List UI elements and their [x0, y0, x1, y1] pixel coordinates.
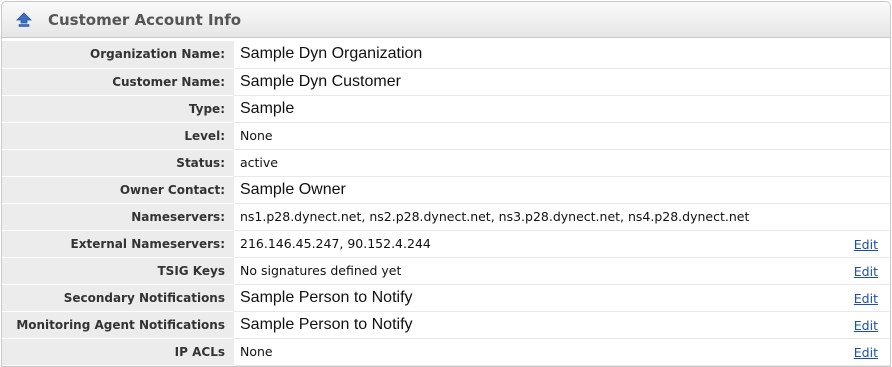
row-action [834, 149, 890, 177]
account-info-table: Organization Name: Sample Dyn Organizati… [2, 41, 890, 366]
row-label: Level: [2, 122, 234, 150]
row-secondary-notifications: Secondary Notifications Sample Person to… [2, 284, 890, 312]
panel-header[interactable]: Customer Account Info [2, 2, 890, 38]
row-value: Sample [234, 95, 834, 123]
row-value: Sample Person to Notify [234, 284, 834, 312]
row-organization-name: Organization Name: Sample Dyn Organizati… [2, 41, 890, 69]
row-label: External Nameservers: [2, 230, 234, 258]
row-ip-acls: IP ACLs None Edit [2, 338, 890, 366]
collapse-up-arrow-icon[interactable] [15, 11, 33, 29]
row-action: Edit [834, 338, 890, 366]
edit-secondary-notifications-link[interactable]: Edit [854, 291, 878, 306]
edit-external-nameservers-link[interactable]: Edit [854, 237, 878, 252]
row-value: None [234, 338, 834, 366]
row-action: Edit [834, 230, 890, 258]
row-value: Sample Owner [234, 176, 834, 204]
row-action [834, 68, 890, 96]
edit-monitoring-agent-notifications-link[interactable]: Edit [854, 318, 878, 333]
row-tsig-keys: TSIG Keys No signatures defined yet Edit [2, 257, 890, 285]
row-label: Organization Name: [2, 41, 234, 69]
row-nameservers: Nameservers: ns1.p28.dynect.net, ns2.p28… [2, 203, 890, 231]
row-label: Secondary Notifications [2, 284, 234, 312]
row-status: Status: active [2, 149, 890, 177]
row-label: IP ACLs [2, 338, 234, 366]
panel-title: Customer Account Info [48, 10, 242, 29]
row-label: Owner Contact: [2, 176, 234, 204]
row-label: Status: [2, 149, 234, 177]
row-action [834, 95, 890, 123]
row-value: Sample Person to Notify [234, 311, 834, 339]
edit-tsig-keys-link[interactable]: Edit [854, 264, 878, 279]
row-label: Nameservers: [2, 203, 234, 231]
row-owner-contact: Owner Contact: Sample Owner [2, 176, 890, 204]
row-label: Customer Name: [2, 68, 234, 96]
row-value: ns1.p28.dynect.net, ns2.p28.dynect.net, … [234, 203, 890, 231]
customer-account-panel: Customer Account Info Organization Name:… [1, 1, 891, 367]
row-label: Type: [2, 95, 234, 123]
row-value: 216.146.45.247, 90.152.4.244 [234, 230, 834, 258]
row-external-nameservers: External Nameservers: 216.146.45.247, 90… [2, 230, 890, 258]
row-action [834, 176, 890, 204]
row-customer-name: Customer Name: Sample Dyn Customer [2, 68, 890, 96]
row-action [834, 41, 890, 69]
row-type: Type: Sample [2, 95, 890, 123]
row-value: Sample Dyn Customer [234, 68, 834, 96]
row-value: active [234, 149, 834, 177]
row-action: Edit [834, 257, 890, 285]
row-value: Sample Dyn Organization [234, 41, 834, 69]
row-value: None [234, 122, 834, 150]
row-action: Edit [834, 284, 890, 312]
row-value: No signatures defined yet [234, 257, 834, 285]
row-label: TSIG Keys [2, 257, 234, 285]
row-monitoring-agent-notifications: Monitoring Agent Notifications Sample Pe… [2, 311, 890, 339]
row-action [834, 122, 890, 150]
row-label: Monitoring Agent Notifications [2, 311, 234, 339]
edit-ip-acls-link[interactable]: Edit [854, 345, 878, 360]
row-action: Edit [834, 311, 890, 339]
row-level: Level: None [2, 122, 890, 150]
